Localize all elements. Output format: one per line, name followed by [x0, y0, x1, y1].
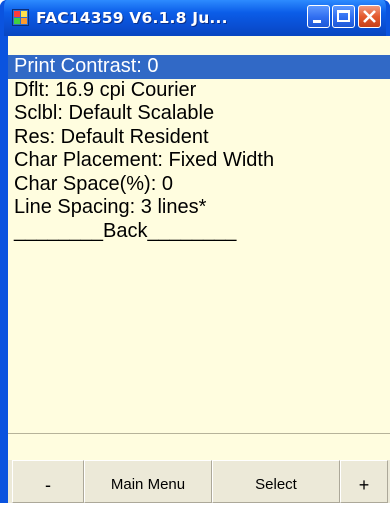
menu-item-default-font[interactable]: Dflt: 16.9 cpi Courier — [8, 79, 390, 103]
minimize-button[interactable] — [307, 5, 330, 28]
divider — [8, 433, 390, 434]
menu-item-line-spacing[interactable]: Line Spacing: 3 lines* — [8, 196, 390, 220]
maximize-button[interactable] — [332, 5, 355, 28]
menu-item-back[interactable]: ________Back________ — [8, 220, 390, 244]
client-area: Print Contrast: 0 Dflt: 16.9 cpi Courier… — [8, 36, 390, 503]
menu-item-resident-font[interactable]: Res: Default Resident — [8, 126, 390, 150]
menu-item-char-placement[interactable]: Char Placement: Fixed Width — [8, 149, 390, 173]
app-window: FAC14359 V6.1.8 Ju... Print Contrast: 0 … — [0, 0, 390, 503]
close-icon — [363, 10, 376, 23]
maximize-icon — [337, 10, 350, 22]
title-bar[interactable]: FAC14359 V6.1.8 Ju... — [0, 0, 390, 36]
softkey-bar: - Main Menu Select + — [8, 460, 390, 503]
main-menu-button[interactable]: Main Menu — [84, 460, 212, 503]
menu-item-print-contrast[interactable]: Print Contrast: 0 — [8, 55, 390, 79]
app-icon[interactable] — [12, 9, 29, 26]
minus-button[interactable]: - — [12, 460, 84, 503]
menu-item-scalable-font[interactable]: Sclbl: Default Scalable — [8, 102, 390, 126]
select-button[interactable]: Select — [212, 460, 340, 503]
menu-item-char-space[interactable]: Char Space(%): 0 — [8, 173, 390, 197]
plus-button[interactable]: + — [340, 460, 388, 503]
minimize-icon — [313, 20, 321, 23]
close-button[interactable] — [358, 5, 381, 28]
window-title: FAC14359 V6.1.8 Ju... — [36, 9, 228, 27]
settings-menu-list: Print Contrast: 0 Dflt: 16.9 cpi Courier… — [8, 55, 390, 243]
